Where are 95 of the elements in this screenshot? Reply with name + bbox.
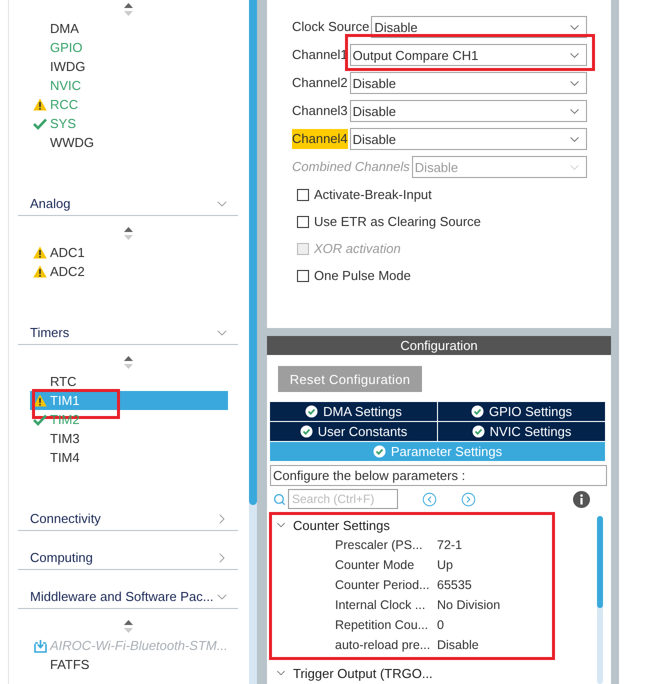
parameter-value[interactable]: 65535	[437, 578, 472, 592]
category-title: Timers	[30, 325, 70, 340]
dropdown[interactable]: Disable	[350, 100, 587, 122]
dropdown[interactable]: Disable	[371, 16, 587, 38]
field-label: Channel4	[292, 129, 348, 149]
category-title: Connectivity	[30, 511, 101, 526]
download-icon	[34, 638, 46, 652]
next-button[interactable]	[461, 492, 476, 506]
info-icon[interactable]	[573, 490, 590, 508]
check-icon	[300, 425, 313, 438]
peripheral-item[interactable]: TIM4	[30, 448, 228, 467]
category-header[interactable]: Computing	[18, 546, 238, 570]
field-label: Clock Source	[292, 18, 370, 36]
warning-icon	[33, 246, 47, 259]
sort-icon[interactable]	[124, 356, 133, 369]
peripheral-item[interactable]: RTC	[30, 372, 228, 391]
checkbox-label: XOR activation	[314, 241, 401, 256]
category-header[interactable]: Analog	[18, 192, 238, 216]
check-icon	[305, 405, 318, 418]
check-icon	[470, 405, 484, 418]
dropdown[interactable]: Disable	[350, 72, 587, 94]
peripheral-item[interactable]: FATFS	[30, 655, 228, 674]
group-title: Trigger Output (TRGO...	[293, 666, 433, 680]
checkbox[interactable]	[297, 216, 309, 228]
item-label: IWDG	[50, 59, 86, 74]
check-icon	[472, 425, 485, 438]
item-label: TIM3	[50, 431, 80, 446]
item-label: ADC2	[50, 264, 85, 279]
parameter-name: auto-reload pre...	[335, 638, 432, 652]
checkbox-label: One Pulse Mode	[314, 268, 411, 283]
peripheral-item[interactable]: IWDG	[30, 57, 228, 76]
previous-button[interactable]	[422, 492, 437, 506]
group-title: Counter Settings	[293, 518, 390, 532]
sort-icon[interactable]	[124, 3, 133, 16]
peripheral-item[interactable]: TIM3	[30, 429, 228, 448]
settings-tab[interactable]: GPIO Settings	[438, 402, 605, 421]
parameter-name: Counter Period...	[335, 578, 430, 592]
sort-icon[interactable]	[124, 227, 133, 240]
scrollbar[interactable]	[597, 516, 603, 684]
item-label: AIROC-Wi-Fi-Bluetooth-STM...	[50, 638, 228, 653]
parameter-name: Repetition Cou...	[335, 618, 430, 632]
checkbox[interactable]	[297, 270, 309, 282]
item-label: SYS	[50, 116, 76, 131]
item-label: GPIO	[50, 40, 83, 55]
peripheral-item[interactable]: ADC2	[30, 262, 228, 281]
warning-icon	[33, 394, 47, 407]
parameter-name: Counter Mode	[335, 558, 416, 572]
warning-icon	[33, 265, 47, 278]
item-label: DMA	[50, 21, 79, 36]
item-label: NVIC	[50, 78, 82, 93]
category-header[interactable]: Middleware and Software Pac...	[18, 585, 238, 609]
checkbox-label: Activate-Break-Input	[314, 187, 432, 202]
scrollbar[interactable]	[249, 0, 257, 684]
category-title: Analog	[30, 196, 70, 211]
settings-tab[interactable]: User Constants	[270, 422, 437, 441]
field-label: Combined Channels	[292, 158, 410, 176]
hint-text: Configure the below parameters :	[270, 465, 607, 486]
check-icon	[372, 445, 386, 458]
parameter-value[interactable]: Up	[437, 558, 453, 572]
dropdown[interactable]: Output Compare CH1	[350, 44, 587, 66]
checkbox[interactable]	[297, 188, 309, 200]
category-header[interactable]: Connectivity	[18, 507, 238, 531]
category-title: Computing	[30, 550, 93, 565]
settings-tab[interactable]: NVIC Settings	[438, 422, 605, 441]
parameter-value[interactable]: 72-1	[437, 538, 462, 552]
category-header[interactable]: Timers	[18, 321, 238, 345]
parameter-name: Internal Clock ...	[335, 598, 426, 612]
parameter-name: Prescaler (PS...	[335, 538, 424, 552]
field-label: Channel3	[292, 102, 348, 120]
item-label: ADC1	[50, 245, 85, 260]
check-icon	[33, 414, 47, 426]
sort-icon[interactable]	[124, 620, 133, 633]
parameter-value[interactable]: No Division	[437, 598, 500, 612]
category-title: Middleware and Software Pac...	[30, 589, 214, 604]
peripheral-item[interactable]: DMA	[30, 19, 228, 38]
checkbox-label: Use ETR as Clearing Source	[314, 214, 481, 229]
item-label: TIM4	[50, 450, 80, 465]
item-label: RTC	[50, 374, 76, 389]
warning-icon	[33, 98, 47, 111]
search-icon	[273, 492, 286, 506]
search-field[interactable]: Search (Ctrl+F)	[288, 489, 398, 509]
parameter-value[interactable]: Disable	[437, 638, 479, 652]
panel-title: Configuration	[267, 336, 611, 355]
parameter-value[interactable]: 0	[437, 618, 444, 632]
dropdown[interactable]: Disable	[350, 128, 587, 150]
field-label: Channel2	[292, 74, 348, 92]
peripheral-item[interactable]: WWDG	[30, 133, 228, 152]
item-label: RCC	[50, 97, 78, 112]
item-label: FATFS	[50, 657, 90, 672]
item-label: TIM1	[50, 393, 80, 408]
peripheral-item[interactable]: ADC1	[30, 243, 228, 262]
item-label: WWDG	[50, 135, 94, 150]
settings-tab[interactable]: DMA Settings	[270, 402, 437, 421]
check-icon	[33, 118, 47, 130]
field-label: Channel1	[292, 46, 348, 64]
